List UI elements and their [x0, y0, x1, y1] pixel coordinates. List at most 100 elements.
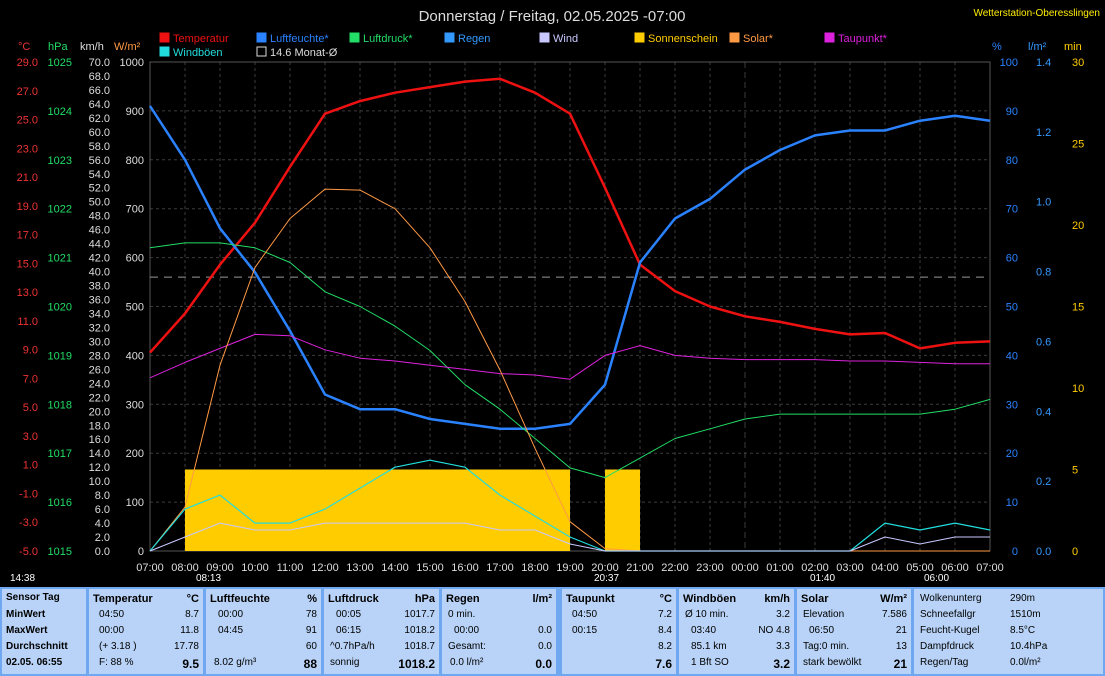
- hum-min-time: 00:00: [218, 609, 244, 620]
- gust-r1: Ø 10 min.: [685, 609, 729, 620]
- stats-solar: Solar W/m² Elevation 7.586 06:50 21 Tag:0 m…: [797, 589, 911, 674]
- row-label-sensor: Sensor Tag: [6, 592, 60, 603]
- sunshine-bar: [185, 469, 220, 551]
- wind-tick: 4.0: [95, 518, 110, 530]
- legend-label: Regen: [458, 33, 490, 45]
- gust-r1v: 3.2: [776, 609, 790, 620]
- time-tick: 23:00: [696, 562, 724, 574]
- hum-min: 78: [305, 609, 317, 620]
- pressure-tick: 1017: [48, 448, 72, 460]
- solar-tick: 400: [126, 350, 144, 362]
- unit-solar: W/m²: [114, 41, 141, 53]
- rain-r1: 0 min.: [448, 609, 476, 620]
- wind-tick: 32.0: [89, 322, 110, 334]
- row-label-max: MaxWert: [6, 625, 48, 636]
- time-tick: 12:00: [311, 562, 339, 574]
- temperature-unit: °C: [186, 593, 199, 605]
- hum-avg: 60: [305, 641, 317, 652]
- time-tick: 08:00: [171, 562, 199, 574]
- rain-tick: 1.2: [1036, 127, 1051, 139]
- press-max: 1018.2: [404, 625, 435, 636]
- time-tick: 18:00: [521, 562, 549, 574]
- humidity-tick: 80: [1006, 155, 1018, 167]
- pressure-tick: 1015: [48, 546, 72, 558]
- rain-tick: 1.4: [1036, 57, 1051, 69]
- daylength-label: 14:38: [10, 573, 35, 584]
- stats-temperature: Temperatur °C 04:50 8.7 00:00 11.8 (+ 3.18 …: [89, 589, 203, 674]
- time-tick: 22:00: [661, 562, 689, 574]
- hum-max: 91: [305, 625, 317, 636]
- stats-pressure: Luftdruck hPa 00:05 1017.7 06:15 1018.2 ^0.…: [324, 589, 439, 674]
- wind-tick: 14.0: [89, 448, 110, 460]
- dew-max: 8.4: [658, 625, 672, 636]
- press-current: 1018.2: [398, 657, 435, 671]
- misc-r5: Regen/Tag: [920, 657, 969, 668]
- press-max-time: 06:15: [336, 625, 362, 636]
- humidity-tick: 70: [1006, 204, 1018, 216]
- stats-panel: Sensor Tag MinWert MaxWert Durchschnitt …: [0, 587, 1105, 676]
- wind-tick: 50.0: [89, 197, 110, 209]
- pressure-title: Luftdruck: [328, 593, 379, 605]
- temp-tick: 27.0: [17, 86, 38, 98]
- legend-swatch: [444, 32, 455, 43]
- wind-tick: 46.0: [89, 225, 110, 237]
- sunshine-bar: [360, 469, 395, 551]
- rain-r3: Gesamt:: [448, 641, 486, 652]
- legend-label: Solar*: [743, 33, 774, 45]
- misc-r1: Wolkenunterg: [920, 593, 982, 604]
- temperature-title: Temperatur: [93, 593, 153, 605]
- wind-tick: 28.0: [89, 350, 110, 362]
- solar-r2v: 21: [895, 625, 907, 636]
- temp-tick: 25.0: [17, 115, 38, 127]
- temp-tick: -1.0: [19, 488, 38, 500]
- legend-swatch: [256, 46, 267, 57]
- stats-rain: Regen l/m² 0 min. 00:00 0.0 Gesamt: 0.0 0.0…: [442, 589, 556, 674]
- temp-tick: 7.0: [23, 373, 38, 385]
- legend-label: Windböen: [173, 47, 223, 59]
- minutes-tick: 30: [1072, 57, 1084, 69]
- wind-tick: 20.0: [89, 406, 110, 418]
- temp-extra: F: 88 %: [99, 657, 134, 668]
- wind-tick: 0.0: [95, 546, 110, 558]
- temp-tick: -3.0: [19, 517, 38, 529]
- sunshine-bar: [500, 469, 535, 551]
- legend-swatch: [256, 32, 267, 43]
- wind-tick: 66.0: [89, 85, 110, 97]
- temp-avg: 17.78: [173, 641, 199, 652]
- sunshine-bar: [605, 469, 640, 551]
- time-tick: 01:00: [766, 562, 794, 574]
- time-tick: 16:00: [451, 562, 479, 574]
- wind-tick: 16.0: [89, 434, 110, 446]
- pressure-tick: 1023: [48, 155, 72, 167]
- chart-title: Donnerstag / Freitag, 02.05.2025 -07:00: [419, 8, 686, 25]
- rain-title: Regen: [446, 593, 480, 605]
- unit-minutes: min: [1064, 41, 1082, 53]
- time-tick: 21:00: [626, 562, 654, 574]
- wind-tick: 70.0: [89, 57, 110, 69]
- sunset-label: 20:37: [594, 573, 619, 584]
- misc-r3: Feucht-Kugel: [920, 625, 980, 636]
- rain-unit: l/m²: [532, 593, 552, 605]
- pressure-tick: 1024: [48, 106, 72, 118]
- time-tick: 14:00: [381, 562, 409, 574]
- humidity-title: Luftfeuchte: [210, 593, 270, 605]
- press-avg: 1018.7: [404, 641, 435, 652]
- dew-current: 7.6: [655, 657, 672, 671]
- solar-r2: 06:50: [809, 625, 835, 636]
- humidity-unit: %: [307, 593, 317, 605]
- gust-r2v: NO 4.8: [758, 625, 790, 636]
- solar-r1: Elevation: [803, 609, 845, 620]
- solar-tick: 100: [126, 497, 144, 509]
- sunshine-bar: [430, 469, 465, 551]
- minutes-tick: 5: [1072, 465, 1078, 477]
- solar-r3v: 13: [895, 641, 907, 652]
- unit-humidity: %: [992, 41, 1002, 53]
- temp-tick: 17.0: [17, 230, 38, 242]
- wind-tick: 58.0: [89, 141, 110, 153]
- gust-r3v: 3.3: [776, 641, 790, 652]
- row-label-min: MinWert: [6, 609, 46, 620]
- gust-current: 3.2: [773, 657, 790, 671]
- unit-temp: °C: [18, 41, 30, 53]
- gust-r2: 03:40: [691, 625, 717, 636]
- press-trend: ^0.7hPa/h: [330, 641, 375, 652]
